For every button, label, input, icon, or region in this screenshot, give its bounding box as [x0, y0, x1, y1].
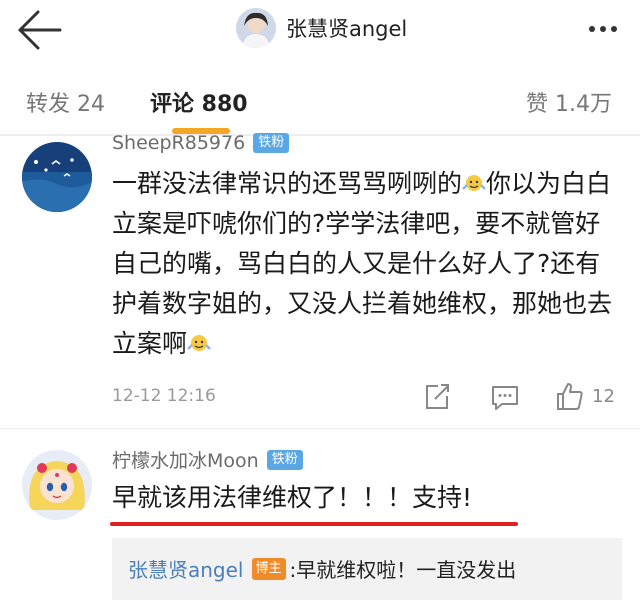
- page-title: 张慧贤angel: [286, 17, 408, 41]
- comment-timestamp: 12-12 12:16: [112, 386, 216, 406]
- highlight-underline: [110, 522, 518, 526]
- fan-badge: 铁粉: [253, 133, 290, 153]
- blogger-badge: 博主: [251, 557, 286, 580]
- like-button[interactable]: 12: [556, 380, 636, 412]
- share-icon[interactable]: [424, 380, 450, 412]
- comment-text: 一群没法律常识的还骂骂咧咧的 你以为白白立案是吓唬你们的?学学法律吧，要不就管好自…: [112, 164, 622, 364]
- tab-likes[interactable]: 赞 1.4万: [526, 86, 612, 118]
- blogger-reply-box[interactable]: 张慧贤angel 博主 :早就维权啦！一直没发出: [112, 538, 622, 600]
- divider: [0, 428, 640, 429]
- commenter-avatar[interactable]: [22, 142, 92, 212]
- tab-repost[interactable]: 转发 24: [26, 86, 105, 118]
- blogger-avatar[interactable]: [236, 8, 276, 48]
- comment-item: 柠檬水加冰Moon 铁粉 早就该用法律维权了！！！支持! 张慧贤angel 博主…: [0, 430, 640, 600]
- commenter-avatar[interactable]: [22, 450, 92, 520]
- comment-item: SheepR85976 铁粉 一群没法律常识的还骂骂咧咧的 你以为白白立案是吓唬你…: [0, 132, 640, 429]
- reply-author[interactable]: 张慧贤angel: [128, 554, 244, 583]
- shrug-emoji-icon: [462, 175, 486, 191]
- tab-comments[interactable]: 评论 880: [150, 86, 248, 118]
- comment-text-part: 一群没法律常识的还骂骂咧咧的: [112, 169, 463, 198]
- commenter-name[interactable]: 柠檬水加冰Moon 铁粉: [112, 446, 303, 473]
- shrug-emoji-icon: [187, 335, 211, 351]
- arrow-left-icon[interactable]: [16, 8, 64, 52]
- commenter-username[interactable]: 柠檬水加冰Moon: [112, 446, 259, 473]
- blogger-reply: 张慧贤angel 博主 :早就维权啦！一直没发出: [128, 554, 516, 583]
- commenter-name[interactable]: SheepR85976 铁粉: [112, 132, 290, 154]
- like-count: 12: [592, 385, 615, 407]
- fan-badge: 铁粉: [266, 449, 303, 470]
- comment-icon[interactable]: [490, 380, 520, 412]
- thumbs-up-icon[interactable]: [556, 381, 584, 411]
- reply-text: :早就维权啦！一直没发出: [289, 558, 517, 582]
- top-nav-bar: 张慧贤angel: [0, 0, 640, 60]
- comment-text: 早就该用法律维权了！！！支持!: [112, 483, 473, 512]
- blogger-profile[interactable]: 张慧贤angel: [236, 6, 407, 50]
- commenter-username[interactable]: SheepR85976: [112, 132, 245, 154]
- more-dots-icon[interactable]: [586, 12, 620, 46]
- post-tabs: 转发 24 评论 880 赞 1.4万: [0, 62, 640, 134]
